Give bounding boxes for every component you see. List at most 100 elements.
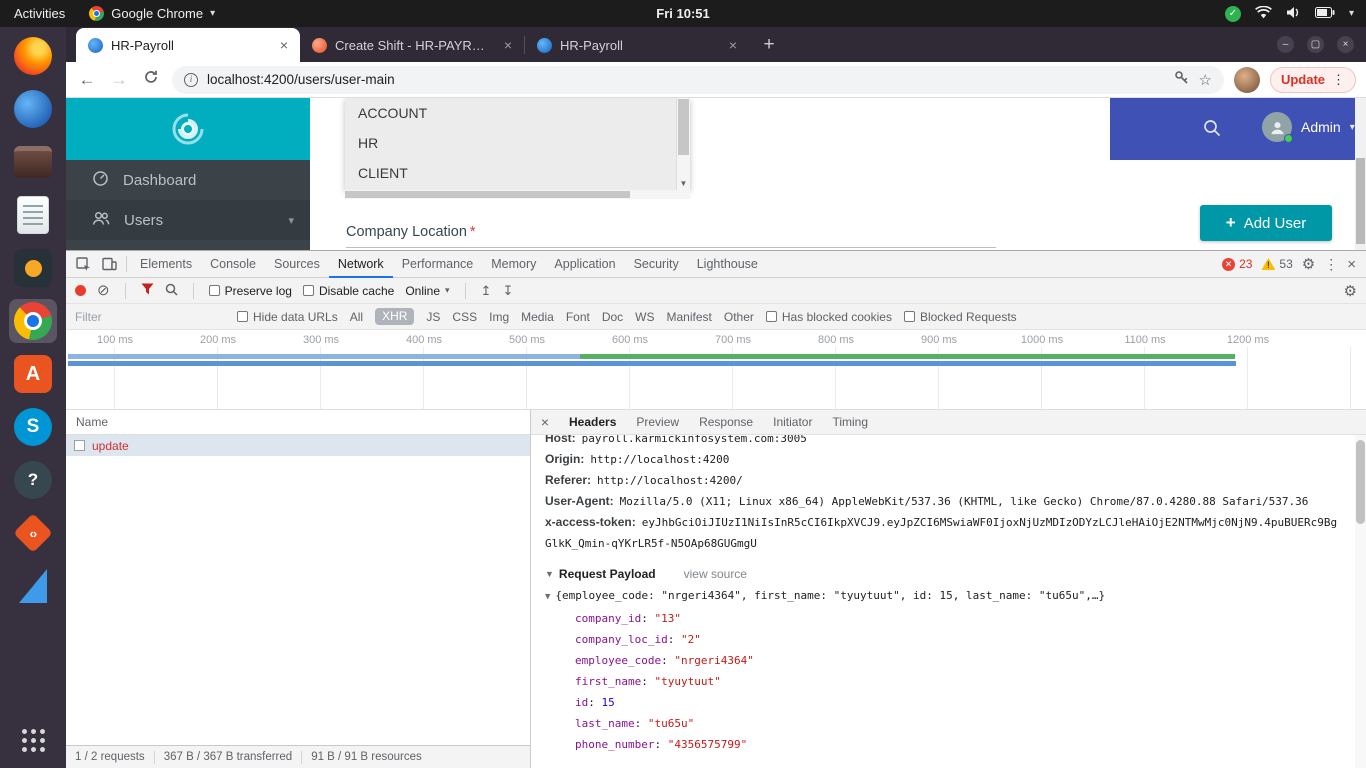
blocked-requests-checkbox[interactable]: Blocked Requests	[903, 310, 1017, 324]
devtools-tab-lighthouse[interactable]: Lighthouse	[688, 251, 767, 278]
clock[interactable]: Fri 10:51	[656, 6, 709, 21]
view-source-link[interactable]: view source	[684, 564, 747, 585]
kebab-menu-icon[interactable]: ⋮	[1324, 256, 1338, 273]
app-menu[interactable]: Google Chrome ▾	[79, 6, 225, 21]
network-settings-gear-icon[interactable]: ⚙	[1344, 282, 1357, 300]
company-location-input[interactable]	[346, 247, 996, 248]
filter-type-ws[interactable]: WS	[635, 304, 654, 330]
scrollbar-thumb[interactable]	[678, 99, 689, 155]
address-bar[interactable]: i localhost:4200/users/user-main ☆	[172, 65, 1224, 94]
wifi-icon[interactable]	[1255, 5, 1272, 22]
filter-type-xhr[interactable]: XHR	[375, 308, 415, 325]
disclosure-triangle-icon[interactable]: ▼	[545, 564, 554, 585]
dock-item-thunderbird[interactable]	[9, 87, 57, 131]
dock-item-help[interactable]: ?	[9, 458, 57, 502]
details-tab-headers[interactable]: Headers	[559, 410, 626, 435]
filter-type-doc[interactable]: Doc	[602, 304, 623, 330]
tab-close-icon[interactable]: ×	[725, 37, 741, 53]
request-row-update[interactable]: update	[66, 435, 530, 456]
sidebar-item-dashboard[interactable]: Dashboard	[66, 160, 310, 200]
browser-tab-2[interactable]: Create Shift - HR-PAYROLL ×	[300, 28, 524, 62]
search-icon[interactable]	[1203, 119, 1221, 142]
devtools-tab-performance[interactable]: Performance	[393, 251, 483, 278]
tab-close-icon[interactable]: ×	[276, 37, 292, 53]
dock-item-remmina[interactable]: ‹›	[9, 511, 57, 555]
dock-item-archive[interactable]	[9, 140, 57, 184]
close-window-button[interactable]: ×	[1337, 36, 1354, 53]
filter-type-other[interactable]: Other	[724, 304, 754, 330]
throttling-dropdown[interactable]: Online ▾	[405, 284, 449, 298]
browser-tab-1[interactable]: HR-Payroll ×	[76, 28, 300, 62]
search-icon[interactable]	[165, 283, 178, 299]
dropdown-option-hr[interactable]: HR	[345, 128, 676, 158]
dropdown-option-client[interactable]: CLIENT	[345, 158, 676, 188]
dock-item-ubuntu-software[interactable]: A	[9, 352, 57, 396]
details-tab-response[interactable]: Response	[689, 410, 763, 435]
chrome-update-button[interactable]: Update ⋮	[1269, 66, 1356, 93]
devtools-tab-console[interactable]: Console	[201, 251, 265, 278]
dock-item-firefox[interactable]	[9, 34, 57, 78]
new-tab-button[interactable]: +	[755, 31, 783, 59]
record-button[interactable]	[75, 285, 86, 296]
dock-item-mail[interactable]	[9, 564, 57, 608]
details-tab-initiator[interactable]: Initiator	[763, 410, 822, 435]
profile-avatar[interactable]	[1233, 66, 1260, 93]
filter-type-manifest[interactable]: Manifest	[667, 304, 712, 330]
battery-icon[interactable]	[1314, 6, 1335, 21]
devtools-tab-security[interactable]: Security	[625, 251, 688, 278]
hide-data-urls-checkbox[interactable]: Hide data URLs	[237, 310, 338, 324]
settings-gear-icon[interactable]: ⚙	[1302, 255, 1315, 273]
scroll-down-arrow-icon[interactable]: ▼	[677, 176, 690, 190]
filter-funnel-icon[interactable]	[141, 283, 154, 298]
requests-name-column-header[interactable]: Name	[66, 410, 530, 435]
bookmark-star-icon[interactable]: ☆	[1198, 71, 1211, 89]
kebab-menu-icon[interactable]: ⋮	[1332, 72, 1345, 88]
maximize-button[interactable]: ▢	[1307, 36, 1324, 53]
reload-button[interactable]	[140, 69, 162, 90]
scrollbar-thumb[interactable]	[345, 191, 630, 198]
devtools-tab-elements[interactable]: Elements	[131, 251, 201, 278]
inspect-element-icon[interactable]	[70, 251, 96, 277]
add-user-button[interactable]: + Add User	[1200, 205, 1332, 241]
network-filter-input[interactable]	[75, 309, 225, 324]
dock-item-chrome[interactable]	[9, 299, 57, 343]
tab-close-icon[interactable]: ×	[500, 37, 516, 53]
details-close-icon[interactable]: ×	[531, 414, 559, 430]
dock-item-skype[interactable]: S	[9, 405, 57, 449]
minimize-button[interactable]: –	[1277, 36, 1294, 53]
devtools-tab-memory[interactable]: Memory	[482, 251, 545, 278]
filter-type-all[interactable]: All	[350, 304, 363, 330]
site-info-icon[interactable]: i	[184, 72, 198, 87]
scrollbar-thumb[interactable]	[1356, 440, 1365, 524]
back-button[interactable]: ←	[76, 70, 98, 90]
dock-item-media-player[interactable]	[9, 246, 57, 290]
filter-type-media[interactable]: Media	[521, 304, 554, 330]
filter-type-css[interactable]: CSS	[452, 304, 477, 330]
details-tab-preview[interactable]: Preview	[626, 410, 689, 435]
forward-button[interactable]: →	[108, 70, 130, 90]
devtools-tab-sources[interactable]: Sources	[265, 251, 329, 278]
volume-icon[interactable]	[1286, 6, 1301, 22]
scrollbar-thumb[interactable]	[1356, 158, 1365, 244]
device-toolbar-icon[interactable]	[96, 251, 122, 277]
dock-item-text-editor[interactable]	[9, 193, 57, 237]
network-overview-timeline[interactable]: 100 ms 200 ms 300 ms 400 ms 500 ms 600 m…	[66, 330, 1366, 410]
system-tray[interactable]: ✓ ▾	[1224, 5, 1366, 22]
filter-type-img[interactable]: Img	[489, 304, 509, 330]
devtools-tab-network[interactable]: Network	[328, 251, 393, 278]
devtools-tab-application[interactable]: Application	[545, 251, 624, 278]
status-check-icon[interactable]: ✓	[1224, 5, 1241, 22]
import-har-icon[interactable]: ↥	[481, 283, 492, 299]
has-blocked-cookies-checkbox[interactable]: Has blocked cookies	[765, 310, 892, 324]
dock-item-app-grid[interactable]	[9, 718, 57, 762]
devtools-close-icon[interactable]: ×	[1347, 256, 1356, 273]
error-badge[interactable]: ✕ 23	[1222, 257, 1252, 271]
clear-icon[interactable]: ⊘	[97, 283, 110, 298]
details-tab-timing[interactable]: Timing	[822, 410, 878, 435]
dropdown-option-account[interactable]: ACCOUNT	[345, 98, 676, 128]
browser-tab-3[interactable]: HR-Payroll ×	[525, 28, 749, 62]
warning-badge[interactable]: ! 53	[1261, 257, 1293, 271]
filter-type-font[interactable]: Font	[566, 304, 590, 330]
sidebar-item-users[interactable]: Users ▾	[66, 200, 310, 240]
preserve-log-checkbox[interactable]: Preserve log	[208, 284, 292, 298]
